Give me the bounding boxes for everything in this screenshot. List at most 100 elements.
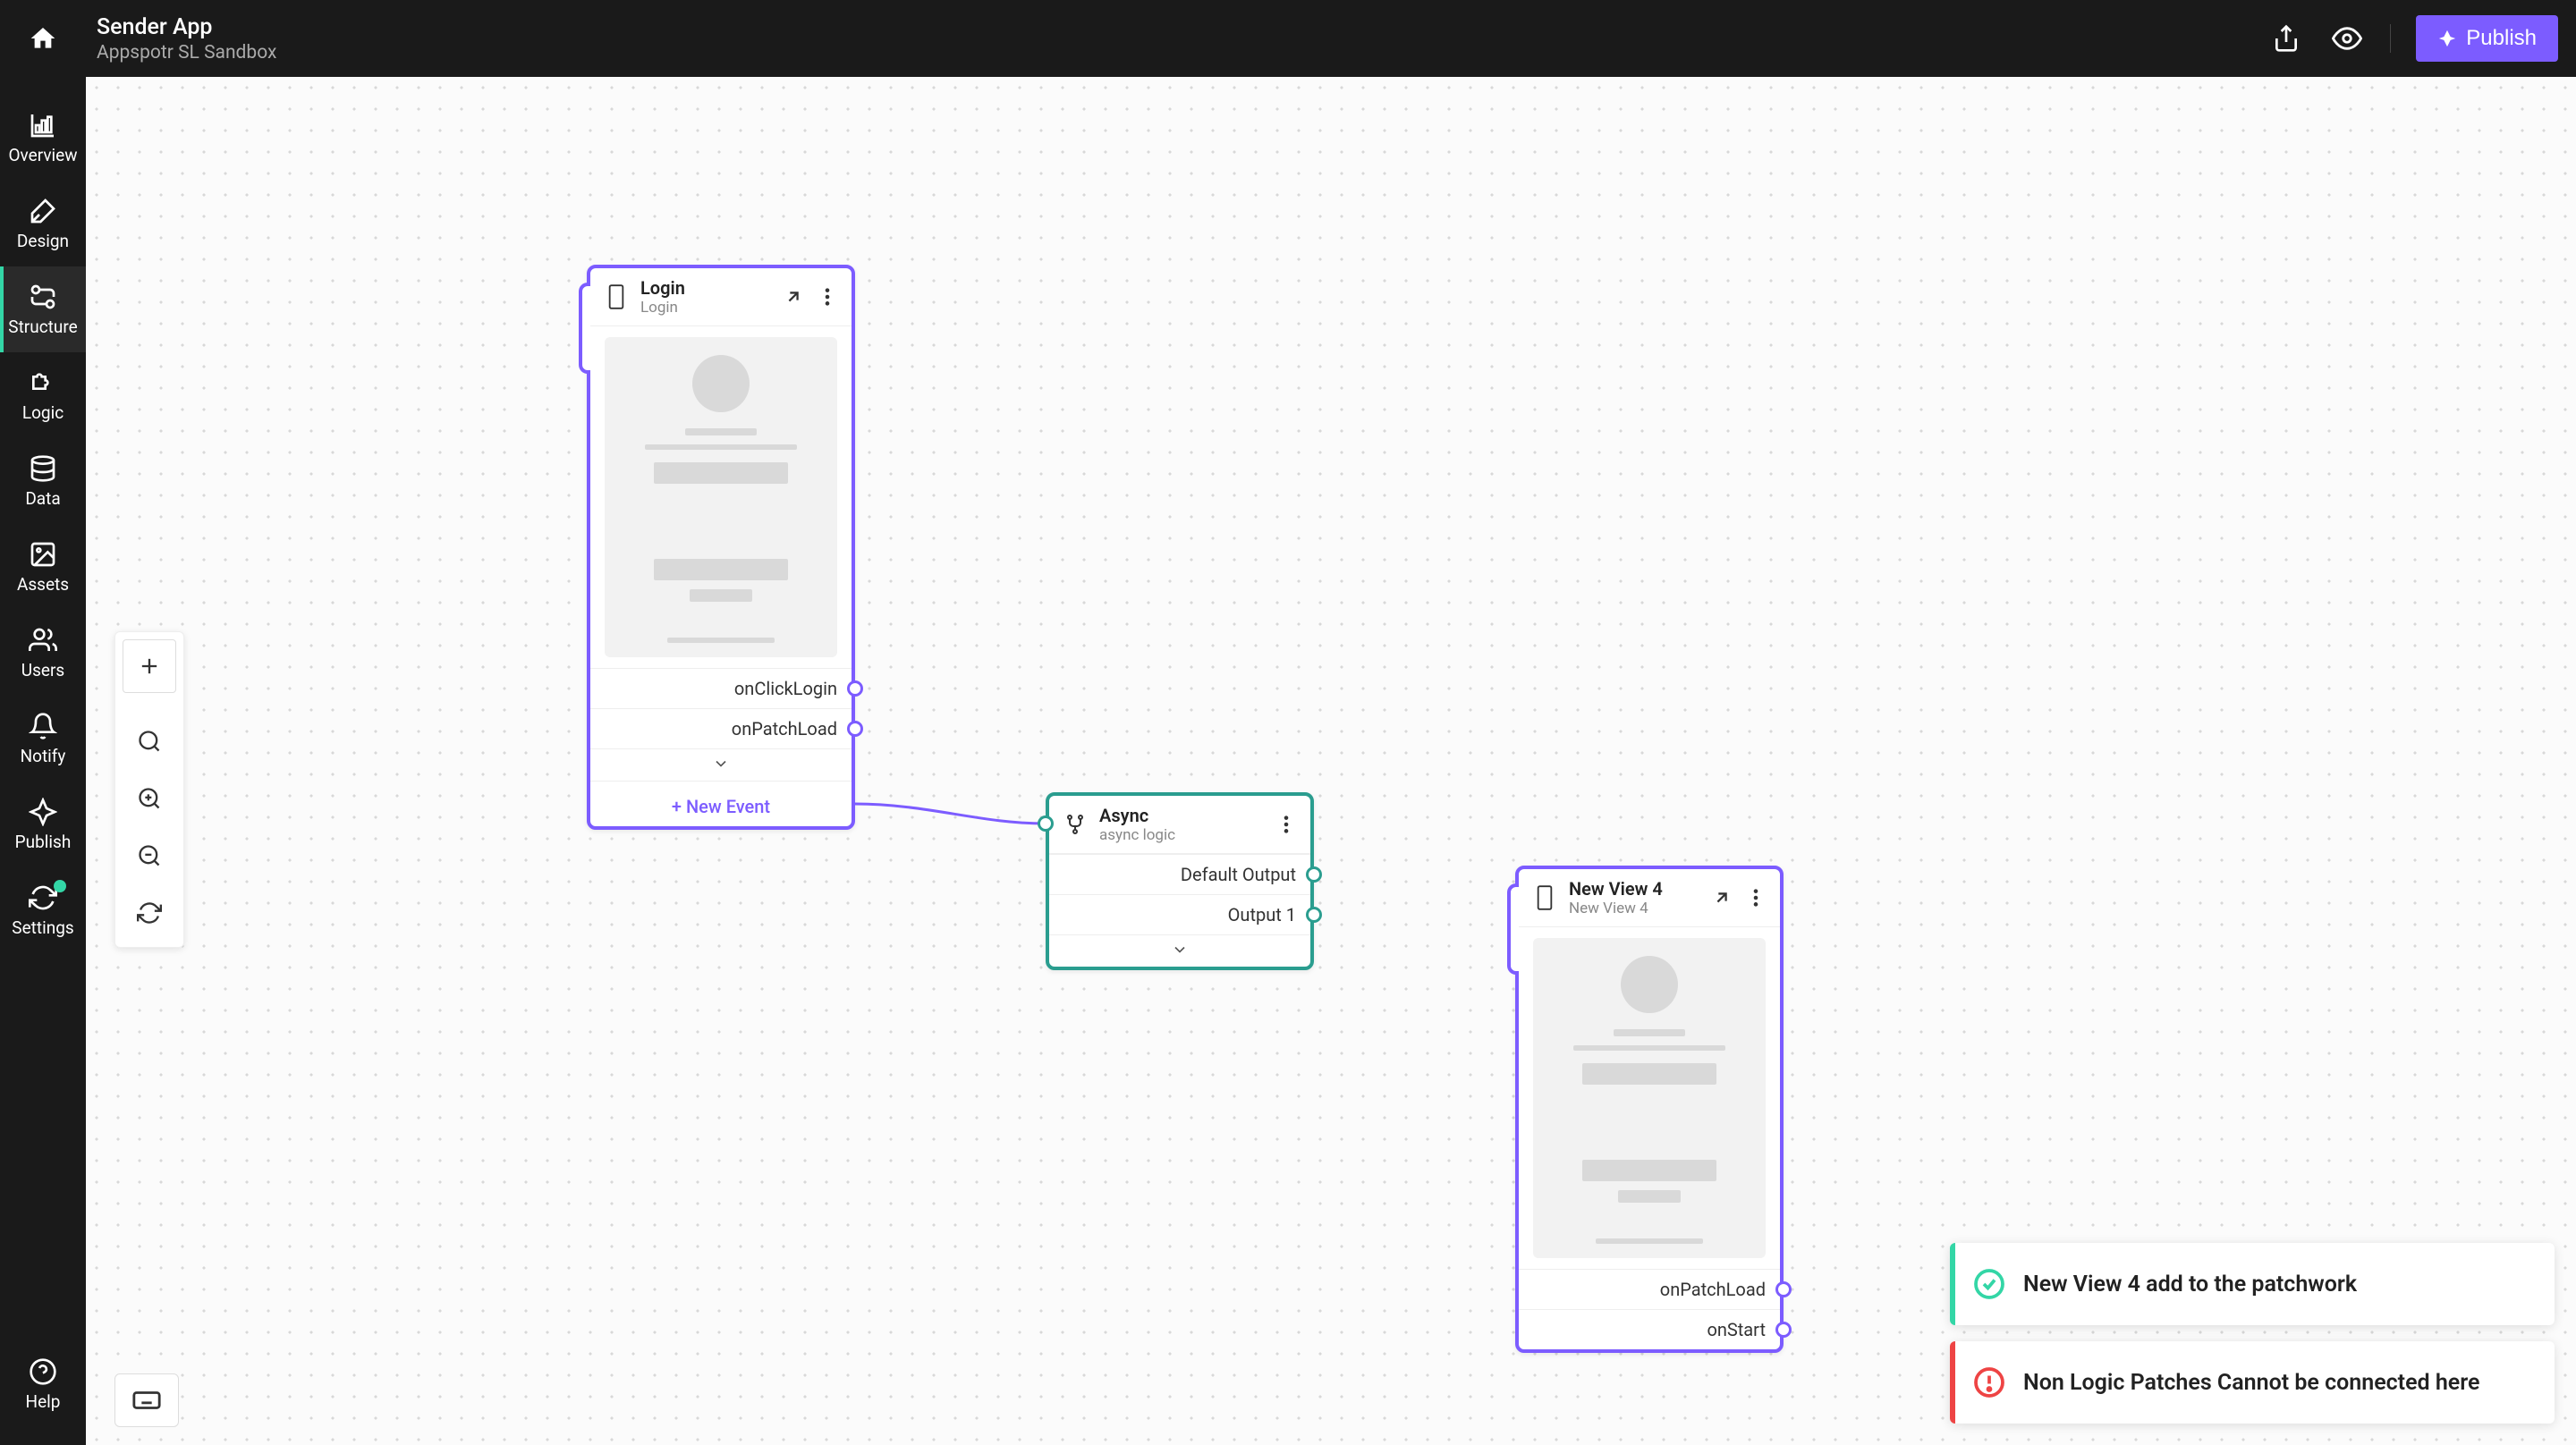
input-port[interactable] <box>1038 815 1054 832</box>
canvas[interactable]: Login Login onClickLogin onPatchLo <box>86 77 2576 1445</box>
node-async[interactable]: Async async logic Default Output Output … <box>1046 792 1314 970</box>
sidebar-item-label: Settings <box>12 917 73 938</box>
output-port[interactable] <box>847 721 863 737</box>
sidebar-item-settings[interactable]: Settings <box>0 867 86 953</box>
chart-icon <box>29 111 57 139</box>
node-title: New View 4 <box>1569 878 1699 900</box>
more-button[interactable] <box>1275 813 1298 836</box>
node-header: New View 4 New View 4 <box>1519 869 1780 927</box>
sidebar-item-data[interactable]: Data <box>0 438 86 524</box>
home-button[interactable] <box>18 0 68 77</box>
preview-button[interactable] <box>2329 21 2365 56</box>
bell-icon <box>29 712 57 740</box>
sidebar-item-label: Notify <box>21 746 66 766</box>
event-onpatchload[interactable]: onPatchLoad <box>590 708 852 748</box>
output-port[interactable] <box>1775 1281 1792 1297</box>
node-title: Async <box>1099 805 1264 826</box>
plus-icon <box>137 654 162 679</box>
settings-badge <box>54 880 66 892</box>
sidebar-item-users[interactable]: Users <box>0 610 86 696</box>
node-header: Login Login <box>590 268 852 326</box>
expand-button[interactable] <box>782 285 805 308</box>
zoom-out-button[interactable] <box>123 829 176 883</box>
more-button[interactable] <box>1744 886 1767 909</box>
header: Sender App Appspotr SL Sandbox Publish <box>0 0 2576 77</box>
share-button[interactable] <box>2268 21 2304 56</box>
refresh-button[interactable] <box>123 886 176 940</box>
sidebar-item-label: Users <box>21 660 64 680</box>
output-label: Output 1 <box>1228 904 1296 925</box>
sidebar-item-label: Publish <box>15 832 72 852</box>
phone-icon <box>603 283 630 310</box>
app-subtitle: Appspotr SL Sandbox <box>97 42 276 63</box>
output-default[interactable]: Default Output <box>1049 854 1310 894</box>
expand-button[interactable] <box>1710 886 1733 909</box>
collapse-events-button[interactable] <box>590 748 852 781</box>
node-handle[interactable] <box>579 283 590 374</box>
sidebar-item-help[interactable]: Help <box>0 1341 86 1427</box>
help-icon <box>29 1357 57 1386</box>
eye-icon <box>2332 23 2362 54</box>
more-button[interactable] <box>816 285 839 308</box>
sidebar-item-label: Design <box>17 231 69 251</box>
sidebar-item-label: Data <box>25 488 60 509</box>
share-icon <box>2272 24 2301 53</box>
event-onstart[interactable]: onStart <box>1519 1309 1780 1349</box>
node-preview <box>1533 938 1766 1258</box>
pencil-ruler-icon <box>29 197 57 225</box>
users-icon <box>29 626 57 655</box>
toast-message: New View 4 add to the patchwork <box>2023 1272 2357 1297</box>
sidebar-item-overview[interactable]: Overview <box>0 95 86 181</box>
chevron-down-icon <box>712 757 730 770</box>
output-port[interactable] <box>1775 1322 1792 1338</box>
sidebar-item-label: Logic <box>22 402 64 423</box>
publish-button[interactable]: Publish <box>2416 15 2558 62</box>
node-subtitle: async logic <box>1099 826 1264 844</box>
sidebar-item-label: Help <box>26 1391 61 1412</box>
zoom-in-button[interactable] <box>123 772 176 825</box>
sidebar-item-label: Assets <box>17 574 69 595</box>
header-title: Sender App Appspotr SL Sandbox <box>97 14 276 63</box>
sidebar: Overview Design Structure Logic Data Ass… <box>0 77 86 1445</box>
event-label: onPatchLoad <box>732 718 837 739</box>
zoom-in-icon <box>137 786 162 811</box>
output-port[interactable] <box>1306 907 1322 923</box>
output-label: Default Output <box>1181 864 1296 885</box>
add-event-button[interactable]: + New Event <box>590 781 852 826</box>
puzzle-icon <box>29 368 57 397</box>
rocket-icon <box>2437 29 2457 48</box>
node-newview4[interactable]: New View 4 New View 4 onPatchLoad <box>1515 866 1784 1353</box>
publish-label: Publish <box>2466 26 2537 51</box>
sidebar-item-notify[interactable]: Notify <box>0 696 86 782</box>
search-button[interactable] <box>123 714 176 768</box>
database-icon <box>29 454 57 483</box>
node-handle[interactable] <box>1507 883 1519 975</box>
keyboard-button[interactable] <box>114 1373 179 1427</box>
event-onpatchload[interactable]: onPatchLoad <box>1519 1269 1780 1309</box>
output-port[interactable] <box>847 680 863 697</box>
sidebar-item-publish[interactable]: Publish <box>0 782 86 867</box>
sidebar-item-label: Overview <box>8 145 77 165</box>
sidebar-item-design[interactable]: Design <box>0 181 86 266</box>
output-1[interactable]: Output 1 <box>1049 894 1310 934</box>
alert-circle-icon <box>1973 1366 2005 1399</box>
keyboard-icon <box>131 1385 162 1415</box>
node-preview <box>605 337 837 657</box>
output-port[interactable] <box>1306 866 1322 883</box>
structure-icon <box>29 283 57 311</box>
sidebar-item-logic[interactable]: Logic <box>0 352 86 438</box>
sidebar-item-structure[interactable]: Structure <box>0 266 86 352</box>
connection-wire <box>855 792 1052 837</box>
event-onclicklogin[interactable]: onClickLogin <box>590 668 852 708</box>
check-circle-icon <box>1973 1268 2005 1300</box>
image-icon <box>29 540 57 569</box>
node-header: Async async logic <box>1049 796 1310 854</box>
add-node-button[interactable] <box>123 639 176 693</box>
toast-message: Non Logic Patches Cannot be connected he… <box>2023 1370 2479 1396</box>
event-label: onStart <box>1707 1319 1766 1340</box>
sidebar-item-assets[interactable]: Assets <box>0 524 86 610</box>
collapse-outputs-button[interactable] <box>1049 934 1310 967</box>
node-title: Login <box>640 277 771 299</box>
node-login[interactable]: Login Login onClickLogin onPatchLo <box>587 265 855 830</box>
refresh-icon <box>137 900 162 925</box>
